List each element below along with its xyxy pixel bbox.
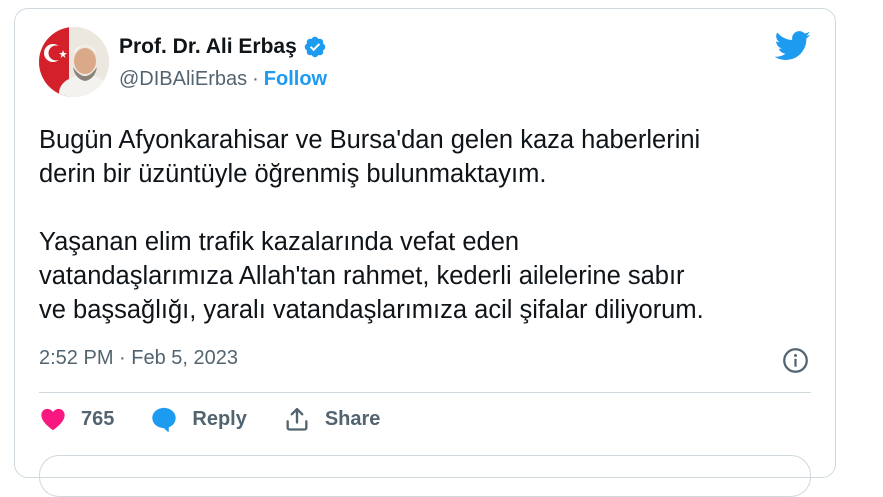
verified-badge-icon [304, 36, 326, 58]
speech-bubble-icon [152, 407, 177, 432]
author-handle[interactable]: @DIBAliErbas [119, 68, 247, 90]
tweet-card[interactable]: Prof. Dr. Ali Erbaş @DIBAliErbas · Follow … [14, 8, 836, 497]
tweet-timestamp[interactable]: 2:52 PM · Feb 5, 2023 [39, 347, 238, 370]
share-button[interactable]: Share [283, 405, 381, 433]
heart-icon [41, 408, 65, 431]
share-label: Share [324, 407, 381, 430]
twitter-bird-icon[interactable] [775, 31, 811, 61]
like-count: 765 [81, 407, 115, 430]
reply-box[interactable] [39, 455, 811, 497]
like-button[interactable]: 765 [39, 405, 114, 433]
tweet-text: Bugün Afyonkarahisar ve Bursa'dan gelen … [39, 126, 704, 324]
divider [39, 392, 811, 393]
action-bar: 765 Reply Share [39, 405, 416, 433]
handle-separator: · [252, 68, 259, 90]
info-icon[interactable] [782, 347, 809, 374]
follow-button[interactable]: Follow [264, 68, 327, 90]
share-icon [286, 407, 308, 431]
reply-label: Reply [192, 407, 247, 430]
avatar[interactable] [39, 27, 109, 97]
reply-button[interactable]: Reply [150, 405, 247, 433]
author-name[interactable]: Prof. Dr. Ali Erbaş [119, 35, 297, 59]
